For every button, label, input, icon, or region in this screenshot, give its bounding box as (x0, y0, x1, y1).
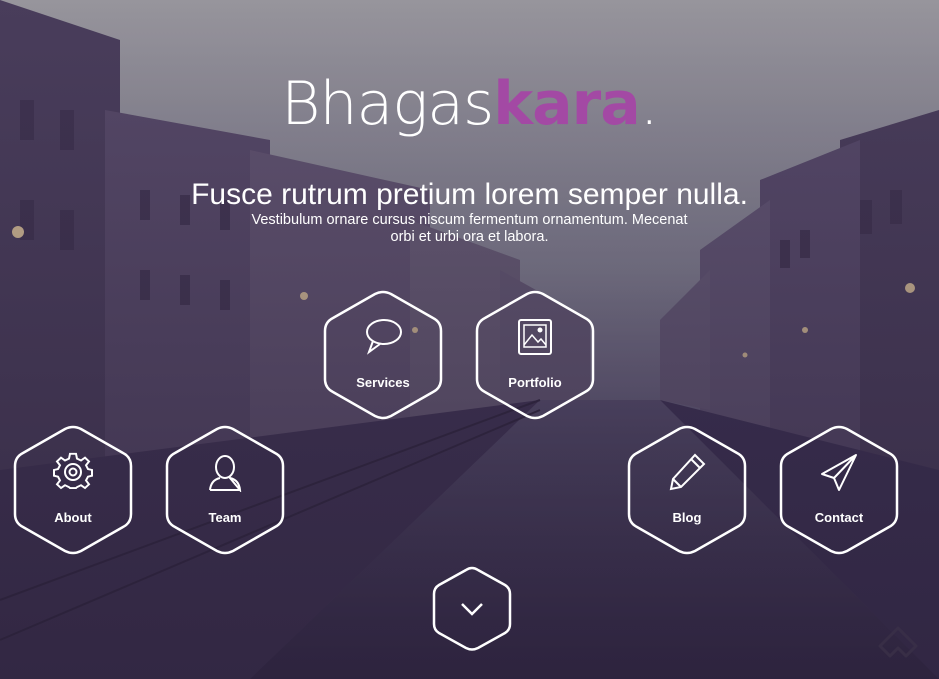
nav-portfolio-button[interactable]: Portfolio (473, 289, 597, 421)
brand-name-prefix: Bhagas (281, 69, 494, 139)
nav-about-label: About (54, 510, 92, 525)
image-icon (518, 319, 552, 355)
scroll-down-button[interactable] (430, 565, 514, 653)
user-icon (209, 455, 242, 492)
nav-services-button[interactable]: Services (321, 289, 445, 421)
nav-portfolio-label: Portfolio (508, 375, 562, 390)
gear-icon (53, 452, 93, 490)
nav-about-button[interactable]: About (11, 424, 135, 556)
pencil-icon (669, 453, 706, 491)
hero-subline: Vestibulum ornare cursus niscum fermentu… (220, 212, 719, 246)
hero-headline: Fusce rutrum pretium lorem semper nulla. (191, 178, 748, 211)
nav-team-label: Team (208, 510, 242, 525)
nav-services-label: Services (356, 375, 410, 390)
nav-blog-button[interactable]: Blog (625, 424, 749, 556)
nav-contact-button[interactable]: Contact (777, 424, 901, 556)
brand-name-accent: kara (493, 69, 640, 139)
hero-subline-line-1: Vestibulum ornare cursus niscum fermentu… (251, 212, 688, 228)
back-to-top-button[interactable] (876, 620, 920, 664)
nav-team-button[interactable]: Team (163, 424, 287, 556)
nav-blog-label: Blog (672, 510, 702, 525)
chevron-down-icon (461, 603, 483, 616)
chevron-up-icon (878, 626, 918, 658)
hero-subline-line-2: orbi et urbi ora et labora. (390, 229, 549, 245)
brand-name-dot: . (639, 69, 659, 139)
nav-contact-label: Contact (814, 510, 864, 525)
brand-logo[interactable]: Bhagaskara. (0, 68, 939, 140)
paper-plane-icon (821, 454, 857, 491)
speech-bubble-icon (366, 319, 402, 355)
